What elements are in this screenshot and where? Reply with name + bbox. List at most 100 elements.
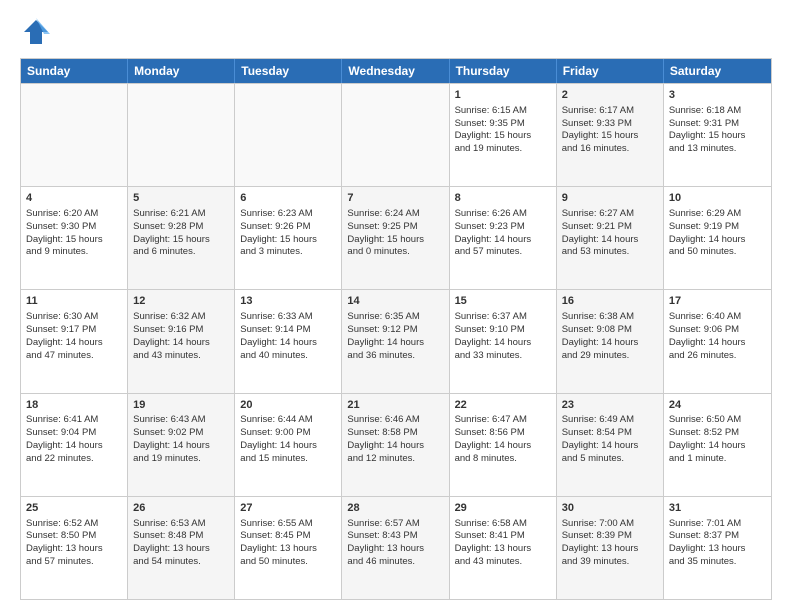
calendar-cell-7: 7 Sunrise: 6:24 AM Sunset: 9:25 PM Daylig…	[342, 187, 449, 289]
day-info: Sunrise: 6:58 AM Sunset: 8:41 PM Dayligh…	[455, 518, 532, 567]
day-info: Sunrise: 6:23 AM Sunset: 9:26 PM Dayligh…	[240, 208, 317, 257]
day-info: Sunrise: 6:57 AM Sunset: 8:43 PM Dayligh…	[347, 518, 424, 567]
calendar-cell-19: 19Sunrise: 6:43 AM Sunset: 9:02 PM Dayli…	[128, 394, 235, 496]
header-cell-tuesday: Tuesday	[235, 59, 342, 83]
calendar-cell-27: 27 Sunrise: 6:55 AM Sunset: 8:45 PM Dayli…	[235, 497, 342, 599]
calendar-cell-13: 13Sunrise: 6:33 AM Sunset: 9:14 PM Dayli…	[235, 290, 342, 392]
day-number: 21	[347, 398, 443, 413]
calendar-cell-15: 15 Sunrise: 6:37 AM Sunset: 9:10 PM Dayli…	[450, 290, 557, 392]
day-number: 30	[562, 501, 658, 516]
header-cell-wednesday: Wednesday	[342, 59, 449, 83]
header-cell-friday: Friday	[557, 59, 664, 83]
calendar-cell-17: 17 Sunrise: 6:40 AM Sunset: 9:06 PM Dayli…	[664, 290, 771, 392]
calendar-cell-16: 16Sunrise: 6:38 AM Sunset: 9:08 PM Dayli…	[557, 290, 664, 392]
day-info: Sunrise: 6:18 AM Sunset: 9:31 PM Dayligh…	[669, 105, 746, 154]
calendar-cell-30: 30Sunrise: 7:00 AM Sunset: 8:39 PM Dayli…	[557, 497, 664, 599]
day-number: 16	[562, 294, 658, 309]
calendar-cell-empty	[235, 84, 342, 186]
calendar-cell-29: 29 Sunrise: 6:58 AM Sunset: 8:41 PM Dayli…	[450, 497, 557, 599]
day-info: Sunrise: 6:17 AM Sunset: 9:33 PM Dayligh…	[562, 105, 639, 154]
day-number: 4	[26, 191, 122, 206]
calendar-cell-22: 22Sunrise: 6:47 AM Sunset: 8:56 PM Dayli…	[450, 394, 557, 496]
day-info: Sunrise: 6:37 AM Sunset: 9:10 PM Dayligh…	[455, 311, 532, 360]
day-info: Sunrise: 7:01 AM Sunset: 8:37 PM Dayligh…	[669, 518, 746, 567]
day-number: 23	[562, 398, 658, 413]
day-info: Sunrise: 6:52 AM Sunset: 8:50 PM Dayligh…	[26, 518, 103, 567]
day-info: Sunrise: 6:27 AM Sunset: 9:21 PM Dayligh…	[562, 208, 639, 257]
day-number: 25	[26, 501, 122, 516]
calendar-cell-9: 9 Sunrise: 6:27 AM Sunset: 9:21 PM Daylig…	[557, 187, 664, 289]
calendar-cell-31: 31 Sunrise: 7:01 AM Sunset: 8:37 PM Dayli…	[664, 497, 771, 599]
day-info: Sunrise: 6:43 AM Sunset: 9:02 PM Dayligh…	[133, 414, 210, 463]
day-number: 7	[347, 191, 443, 206]
calendar-cell-14: 14 Sunrise: 6:35 AM Sunset: 9:12 PM Dayli…	[342, 290, 449, 392]
calendar-cell-10: 10Sunrise: 6:29 AM Sunset: 9:19 PM Dayli…	[664, 187, 771, 289]
calendar-cell-empty	[128, 84, 235, 186]
day-number: 6	[240, 191, 336, 206]
day-number: 11	[26, 294, 122, 309]
day-number: 22	[455, 398, 551, 413]
header-cell-sunday: Sunday	[21, 59, 128, 83]
day-number: 2	[562, 88, 658, 103]
day-number: 12	[133, 294, 229, 309]
header-cell-monday: Monday	[128, 59, 235, 83]
calendar-row-0: 1Sunrise: 6:15 AM Sunset: 9:35 PM Daylig…	[21, 83, 771, 186]
calendar-cell-26: 26 Sunrise: 6:53 AM Sunset: 8:48 PM Dayli…	[128, 497, 235, 599]
calendar-header: SundayMondayTuesdayWednesdayThursdayFrid…	[21, 59, 771, 83]
day-info: Sunrise: 6:53 AM Sunset: 8:48 PM Dayligh…	[133, 518, 210, 567]
calendar-row-2: 11 Sunrise: 6:30 AM Sunset: 9:17 PM Dayli…	[21, 289, 771, 392]
day-number: 13	[240, 294, 336, 309]
day-info: Sunrise: 6:30 AM Sunset: 9:17 PM Dayligh…	[26, 311, 103, 360]
day-info: Sunrise: 6:21 AM Sunset: 9:28 PM Dayligh…	[133, 208, 210, 257]
calendar-row-1: 4Sunrise: 6:20 AM Sunset: 9:30 PM Daylig…	[21, 186, 771, 289]
day-info: Sunrise: 6:32 AM Sunset: 9:16 PM Dayligh…	[133, 311, 210, 360]
calendar-cell-1: 1Sunrise: 6:15 AM Sunset: 9:35 PM Daylig…	[450, 84, 557, 186]
header-cell-saturday: Saturday	[664, 59, 771, 83]
day-number: 10	[669, 191, 766, 206]
day-info: Sunrise: 6:46 AM Sunset: 8:58 PM Dayligh…	[347, 414, 424, 463]
calendar-cell-6: 6 Sunrise: 6:23 AM Sunset: 9:26 PM Daylig…	[235, 187, 342, 289]
calendar-cell-25: 25 Sunrise: 6:52 AM Sunset: 8:50 PM Dayli…	[21, 497, 128, 599]
calendar-row-3: 18Sunrise: 6:41 AM Sunset: 9:04 PM Dayli…	[21, 393, 771, 496]
calendar-row-4: 25 Sunrise: 6:52 AM Sunset: 8:50 PM Dayli…	[21, 496, 771, 599]
calendar-cell-empty	[21, 84, 128, 186]
day-info: Sunrise: 6:41 AM Sunset: 9:04 PM Dayligh…	[26, 414, 103, 463]
day-info: Sunrise: 6:24 AM Sunset: 9:25 PM Dayligh…	[347, 208, 424, 257]
logo-icon	[20, 16, 52, 48]
logo	[20, 16, 56, 48]
calendar-cell-8: 8Sunrise: 6:26 AM Sunset: 9:23 PM Daylig…	[450, 187, 557, 289]
day-info: Sunrise: 6:44 AM Sunset: 9:00 PM Dayligh…	[240, 414, 317, 463]
day-number: 14	[347, 294, 443, 309]
day-number: 19	[133, 398, 229, 413]
header-cell-thursday: Thursday	[450, 59, 557, 83]
day-info: Sunrise: 6:15 AM Sunset: 9:35 PM Dayligh…	[455, 105, 532, 154]
calendar-cell-24: 24Sunrise: 6:50 AM Sunset: 8:52 PM Dayli…	[664, 394, 771, 496]
calendar-cell-18: 18Sunrise: 6:41 AM Sunset: 9:04 PM Dayli…	[21, 394, 128, 496]
day-info: Sunrise: 6:35 AM Sunset: 9:12 PM Dayligh…	[347, 311, 424, 360]
calendar-cell-3: 3 Sunrise: 6:18 AM Sunset: 9:31 PM Daylig…	[664, 84, 771, 186]
calendar-cell-2: 2 Sunrise: 6:17 AM Sunset: 9:33 PM Daylig…	[557, 84, 664, 186]
day-number: 18	[26, 398, 122, 413]
calendar-cell-empty	[342, 84, 449, 186]
calendar-cell-11: 11 Sunrise: 6:30 AM Sunset: 9:17 PM Dayli…	[21, 290, 128, 392]
day-number: 31	[669, 501, 766, 516]
calendar-cell-5: 5Sunrise: 6:21 AM Sunset: 9:28 PM Daylig…	[128, 187, 235, 289]
page: SundayMondayTuesdayWednesdayThursdayFrid…	[0, 0, 792, 612]
calendar-cell-21: 21Sunrise: 6:46 AM Sunset: 8:58 PM Dayli…	[342, 394, 449, 496]
day-info: Sunrise: 6:55 AM Sunset: 8:45 PM Dayligh…	[240, 518, 317, 567]
day-number: 27	[240, 501, 336, 516]
day-number: 17	[669, 294, 766, 309]
day-number: 26	[133, 501, 229, 516]
calendar-cell-28: 28 Sunrise: 6:57 AM Sunset: 8:43 PM Dayli…	[342, 497, 449, 599]
day-number: 28	[347, 501, 443, 516]
day-number: 9	[562, 191, 658, 206]
day-number: 24	[669, 398, 766, 413]
header	[20, 16, 772, 48]
day-number: 29	[455, 501, 551, 516]
calendar-cell-4: 4Sunrise: 6:20 AM Sunset: 9:30 PM Daylig…	[21, 187, 128, 289]
day-info: Sunrise: 6:49 AM Sunset: 8:54 PM Dayligh…	[562, 414, 639, 463]
day-number: 15	[455, 294, 551, 309]
calendar: SundayMondayTuesdayWednesdayThursdayFrid…	[20, 58, 772, 600]
day-info: Sunrise: 6:40 AM Sunset: 9:06 PM Dayligh…	[669, 311, 746, 360]
day-number: 3	[669, 88, 766, 103]
